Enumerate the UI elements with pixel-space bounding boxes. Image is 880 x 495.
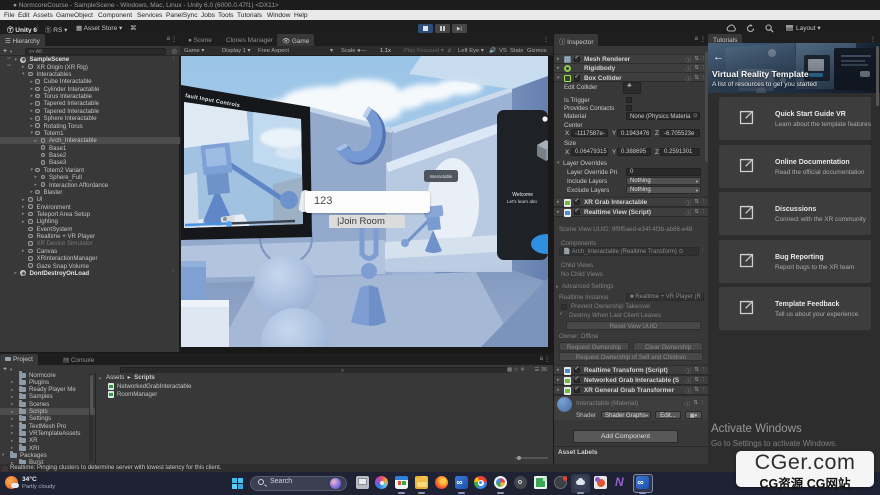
svg-text:Welcome: Welcome	[512, 192, 533, 198]
svg-text:Interactable: Interactable	[430, 174, 454, 179]
svg-text:Let's learn abo: Let's learn abo	[507, 199, 537, 204]
